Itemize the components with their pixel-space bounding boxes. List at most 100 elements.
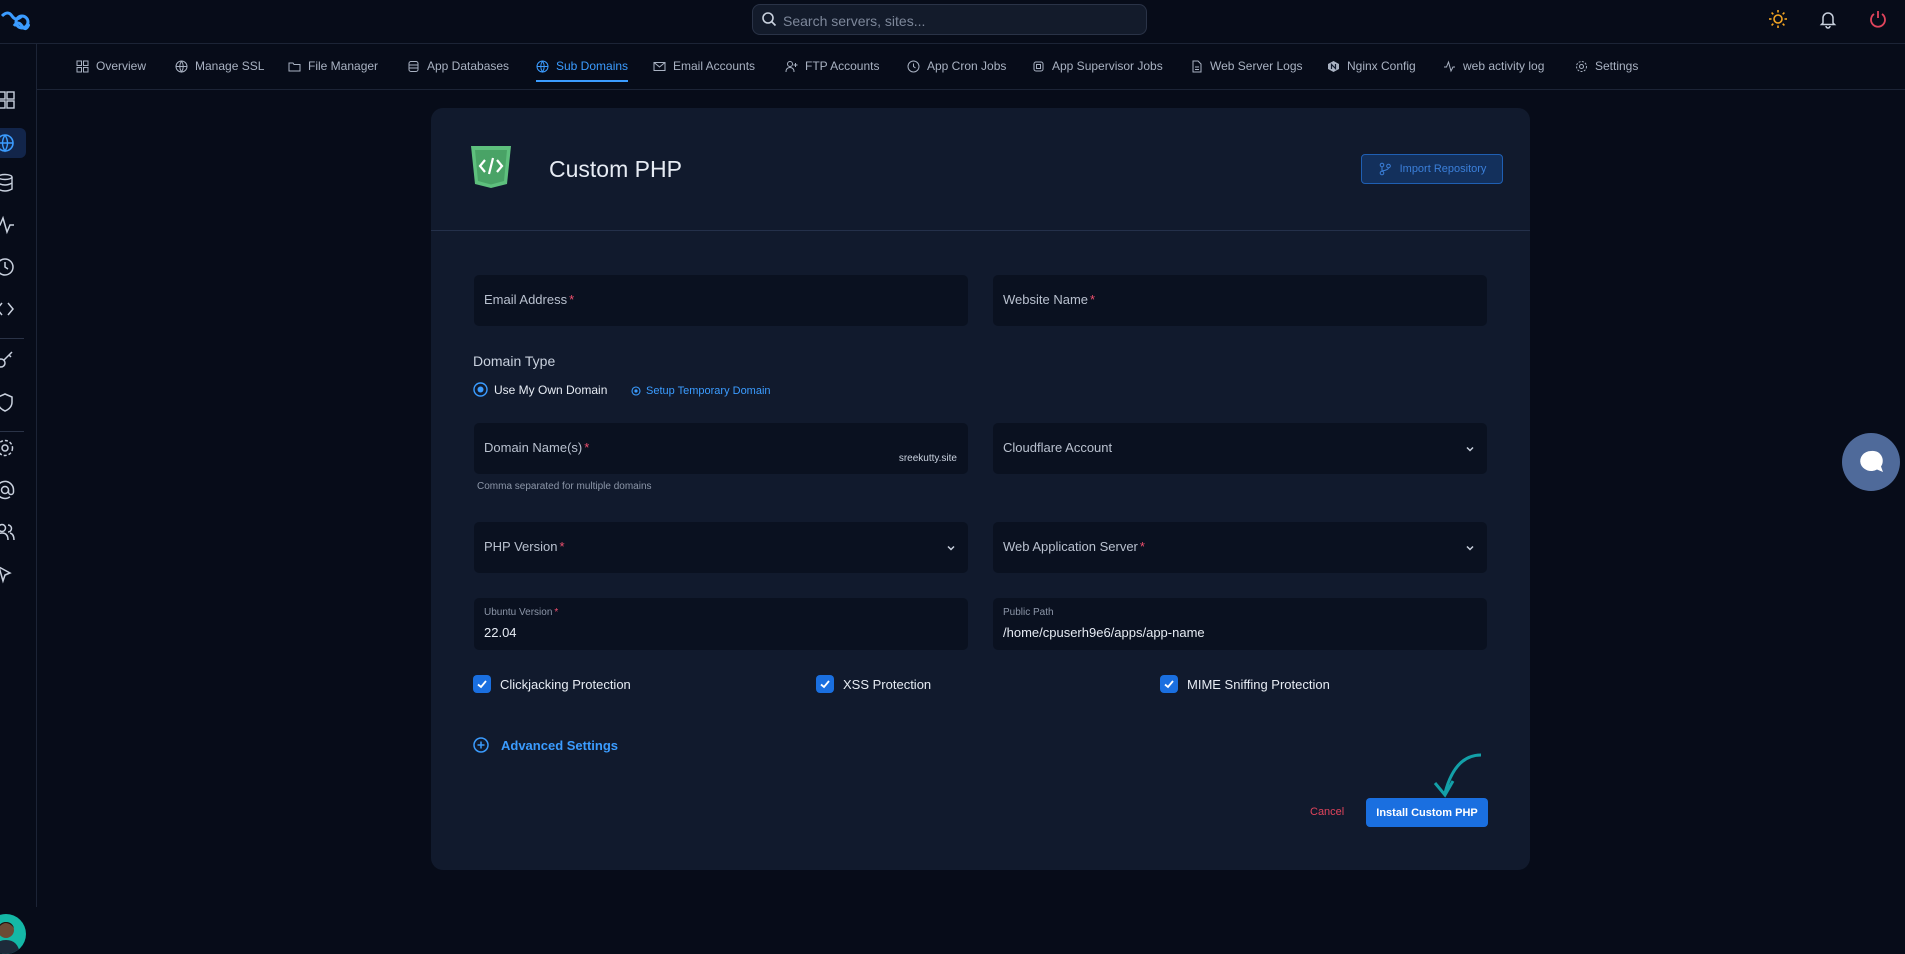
- sidebar-item-monitoring[interactable]: [0, 212, 26, 238]
- web-server-select[interactable]: Web Application Server *: [993, 522, 1487, 573]
- notifications-button[interactable]: [1818, 9, 1838, 29]
- public-path-label: Public Path: [1003, 607, 1054, 618]
- clickjacking-label: Clickjacking Protection: [500, 676, 631, 692]
- activity-icon: [0, 215, 14, 235]
- import-repository-button[interactable]: Import Repository: [1361, 154, 1503, 184]
- tab-ftp-accounts[interactable]: FTP Accounts: [785, 56, 879, 76]
- sidebar-item-security[interactable]: [0, 389, 26, 415]
- tab-app-databases[interactable]: App Databases: [407, 56, 509, 76]
- sidebar-item-sites[interactable]: [0, 128, 26, 158]
- sidebar-item-team[interactable]: [0, 519, 26, 545]
- website-name-field[interactable]: Website Name *: [993, 275, 1487, 326]
- ubuntu-version-value: 22.04: [484, 625, 517, 640]
- logout-button[interactable]: [1868, 9, 1888, 29]
- sidebar-item-settings[interactable]: [0, 435, 26, 461]
- checkbox-checked[interactable]: [1160, 675, 1178, 693]
- tab-web-activity-log[interactable]: web activity log: [1443, 56, 1544, 76]
- cloudflare-label: Cloudflare Account: [1003, 440, 1113, 455]
- globe-icon: [175, 60, 188, 73]
- chat-widget-button[interactable]: [1842, 433, 1900, 491]
- email-field[interactable]: Email Address *: [474, 275, 968, 326]
- tab-app-supervisor-jobs[interactable]: App Supervisor Jobs: [1032, 56, 1163, 76]
- globe-icon: [536, 60, 549, 73]
- app-logo[interactable]: [0, 8, 30, 34]
- tab-email-accounts[interactable]: Email Accounts: [653, 56, 755, 76]
- checkbox-checked[interactable]: [473, 675, 491, 693]
- tab-settings[interactable]: Settings: [1575, 56, 1638, 76]
- tab-label: Web Server Logs: [1210, 59, 1303, 73]
- users-icon: [0, 523, 15, 541]
- card-header: Custom PHP Import Repository: [431, 108, 1530, 231]
- check-icon: [1164, 680, 1174, 689]
- sidebar-item-code[interactable]: [0, 296, 26, 322]
- ubuntu-version-field[interactable]: Ubuntu Version * 22.04: [474, 598, 968, 650]
- site-tabs: Overview Manage SSL File Manager App Dat…: [36, 44, 1905, 90]
- tab-manage-ssl[interactable]: Manage SSL: [175, 56, 264, 76]
- php-logo: [470, 146, 512, 188]
- clickjacking-checkbox[interactable]: Clickjacking Protection: [473, 675, 631, 693]
- sidebar-divider: [0, 338, 24, 339]
- sidebar-item-email[interactable]: [0, 477, 26, 503]
- top-bar: [0, 0, 1905, 44]
- tab-overview[interactable]: Overview: [76, 56, 146, 76]
- curved-arrow-icon: [1433, 753, 1482, 798]
- radio-temp-domain[interactable]: Setup Temporary Domain: [631, 385, 771, 397]
- file-icon: [1192, 60, 1202, 72]
- tab-app-cron-jobs[interactable]: App Cron Jobs: [907, 56, 1006, 76]
- checkbox-checked[interactable]: [816, 675, 834, 693]
- search-icon: [762, 12, 777, 27]
- tab-file-manager[interactable]: File Manager: [288, 56, 378, 76]
- sidebar-item-databases[interactable]: [0, 170, 26, 196]
- search-box[interactable]: [752, 4, 1147, 36]
- xss-checkbox[interactable]: XSS Protection: [816, 675, 931, 693]
- domain-names-field[interactable]: Domain Name(s) * sreekutty.site: [474, 423, 968, 474]
- sidebar-item-keys[interactable]: [0, 347, 26, 373]
- database-icon: [0, 173, 13, 192]
- tab-label: web activity log: [1463, 59, 1545, 73]
- tab-label: Settings: [1595, 59, 1639, 73]
- tab-label: FTP Accounts: [805, 59, 880, 73]
- sun-icon: [1769, 10, 1787, 28]
- avatar[interactable]: [0, 914, 26, 954]
- clock-icon: [907, 60, 920, 72]
- database-icon: [408, 60, 419, 72]
- domain-type-label: Domain Type: [473, 353, 556, 369]
- domain-hint: Comma separated for multiple domains: [477, 481, 652, 492]
- tab-label: App Supervisor Jobs: [1052, 59, 1163, 73]
- page-title: Custom PHP: [549, 156, 682, 182]
- mime-sniffing-checkbox[interactable]: MIME Sniffing Protection: [1160, 675, 1330, 693]
- public-path-value: /home/cpuserh9e6/apps/app-name: [1003, 625, 1205, 640]
- nginx-icon: [1328, 60, 1339, 72]
- tab-web-server-logs[interactable]: Web Server Logs: [1190, 56, 1303, 76]
- sidebar-item-dashboard[interactable]: [0, 87, 26, 113]
- tab-sub-domains[interactable]: Sub Domains: [536, 56, 629, 82]
- install-custom-php-button[interactable]: Install Custom PHP: [1366, 798, 1488, 827]
- search-input[interactable]: [781, 5, 1135, 36]
- php-version-select[interactable]: PHP Version *: [474, 522, 968, 573]
- sidebar-item-cron[interactable]: [0, 254, 26, 280]
- cloudflare-account-select[interactable]: Cloudflare Account: [993, 423, 1487, 474]
- public-path-field[interactable]: Public Path /home/cpuserh9e6/apps/app-na…: [993, 598, 1487, 650]
- clock-icon: [0, 258, 14, 276]
- pointer-icon: [0, 566, 12, 584]
- left-sidebar: [0, 44, 37, 954]
- ubuntu-version-label: Ubuntu Version *: [484, 607, 559, 618]
- advanced-settings-toggle[interactable]: Advanced Settings: [473, 737, 618, 753]
- chat-icon: [1860, 450, 1883, 472]
- mail-icon: [653, 61, 666, 71]
- tab-nginx-config[interactable]: Nginx Config: [1327, 56, 1416, 76]
- radio-own-domain[interactable]: Use My Own Domain: [473, 382, 607, 397]
- tab-label: App Cron Jobs: [927, 59, 1007, 73]
- theme-toggle[interactable]: [1768, 9, 1788, 29]
- bell-icon: [1819, 12, 1837, 29]
- user-plus-icon: [785, 60, 798, 72]
- domain-suffix: sreekutty.site: [898, 453, 957, 464]
- plus-circle-icon: [473, 737, 489, 753]
- sidebar-item-cursor[interactable]: [0, 561, 26, 587]
- activity-icon: [1444, 59, 1455, 72]
- check-icon: [477, 680, 487, 689]
- tab-label: Sub Domains: [556, 59, 629, 73]
- cancel-button[interactable]: Cancel: [1310, 806, 1344, 818]
- tab-label: Overview: [96, 59, 147, 73]
- gear-icon: [0, 439, 14, 457]
